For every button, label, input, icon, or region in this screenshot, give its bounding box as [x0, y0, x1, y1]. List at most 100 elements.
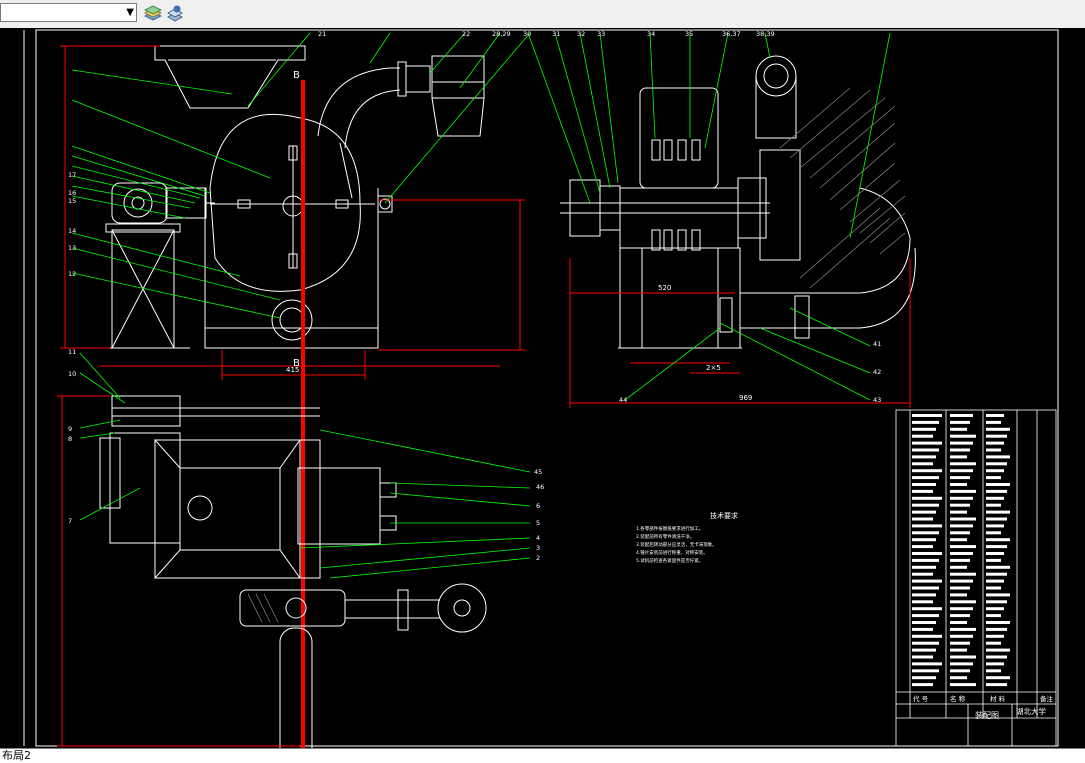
bom-row-cell — [986, 600, 1007, 604]
bom-row-cell — [950, 600, 976, 604]
bom-row-cell — [912, 524, 942, 528]
bom-row-cell — [912, 662, 942, 666]
toolbar: ▼ — [0, 0, 1085, 29]
bom-row-cell — [986, 641, 1001, 645]
bom-row-cell — [912, 448, 939, 452]
bom-row-cell — [986, 524, 1004, 528]
bom-row-cell — [950, 496, 973, 500]
bom-row-cell — [950, 427, 967, 431]
bom-row-cell — [912, 517, 933, 521]
bom-row-cell — [950, 572, 976, 576]
bom-row-cell — [912, 669, 939, 673]
bom-row-cell — [912, 634, 942, 638]
layer-manager-icon[interactable] — [143, 4, 163, 22]
bom-row-cell — [950, 683, 976, 687]
bom-row-cell — [912, 441, 942, 445]
callout-16: 16 — [68, 189, 76, 197]
bom-row-cell — [986, 648, 1010, 652]
bom-row-cell — [986, 627, 1007, 631]
bom-row-cell — [912, 614, 939, 618]
tech-req-line: 2.装配前所有零件清洗干净。 — [636, 533, 694, 540]
top-view-dimensions — [57, 395, 300, 747]
col-beizhu: 备注 — [1040, 694, 1054, 703]
bom-row-cell — [912, 627, 933, 631]
callout-9: 9 — [68, 425, 72, 433]
bom-row-cell — [912, 489, 933, 493]
bom-row-cell — [950, 607, 973, 611]
callout-2: 3 — [536, 544, 540, 552]
bom-row-cell — [912, 558, 939, 562]
cad-drawing: B B 415 969 520 2×5 17 16 15 14 13 12 11… — [23, 29, 1059, 763]
layer-states-icon[interactable] — [165, 4, 185, 22]
bom-row-cell — [912, 655, 933, 659]
callout-43: 43 — [873, 396, 881, 404]
bom-row-cell — [950, 655, 976, 659]
callout-8: 8 — [68, 435, 72, 443]
status-bar: 布局2 — [0, 748, 1085, 763]
bom-row-cell — [986, 614, 1001, 618]
bom-row-cell — [950, 552, 973, 555]
bom-row-cell — [912, 565, 936, 569]
bom-row-cell — [986, 517, 1007, 521]
bom-row-cell — [950, 503, 970, 507]
bom-row-cell — [986, 607, 1004, 611]
chevron-down-icon[interactable]: ▼ — [126, 7, 134, 18]
callout-15: 15 — [68, 197, 76, 205]
bom-row-cell — [912, 641, 939, 645]
bom-row-cell — [950, 524, 973, 528]
bom-row-cell — [986, 483, 1010, 486]
dim-520: 520 — [658, 284, 671, 292]
bom-row-cell — [950, 469, 973, 473]
bom-row-cell — [986, 655, 1007, 659]
callout-4: 5 — [536, 519, 540, 527]
bom-row-cell — [986, 593, 1010, 597]
bom-row-cell — [912, 621, 936, 624]
bom-row-cell — [986, 462, 1007, 466]
bom-row-cell — [950, 634, 973, 638]
col-cailiao: 材 料 — [990, 694, 1006, 703]
front-view — [100, 45, 485, 349]
callout-5: 6 — [536, 502, 540, 510]
bom-row-cell — [986, 531, 1001, 535]
callout-34: 34 — [647, 30, 655, 38]
bom-row-cell — [912, 676, 936, 680]
bom-row-cell — [912, 469, 942, 473]
drawing-canvas[interactable]: B B 415 969 520 2×5 17 16 15 14 13 12 11… — [0, 28, 1085, 763]
callout-14: 14 — [68, 227, 76, 235]
bom-row-cell — [986, 538, 1010, 542]
callout-labels: 17 16 15 14 13 12 11 10 9 8 7 21 22 28,2… — [68, 30, 881, 562]
layer-dropdown[interactable]: ▼ — [0, 3, 137, 22]
section-mark-top: B — [293, 70, 300, 81]
tech-req-line: 4.锤片安装前进行称重，对称安装。 — [636, 549, 708, 556]
layout-tab[interactable]: 布局2 — [0, 749, 31, 763]
callout-42: 42 — [873, 368, 881, 376]
callout-30: 30 — [523, 30, 531, 38]
bom-row-cell — [986, 558, 1001, 562]
bom-row-cell — [950, 579, 973, 583]
bom-row-cell — [986, 621, 1010, 624]
bom-row-cell — [986, 469, 1004, 473]
bom-row-cell — [912, 579, 942, 583]
bom-row-cell — [950, 669, 970, 673]
callout-36-37: 36,37 — [722, 30, 741, 38]
title-block-rows — [912, 414, 1010, 687]
bom-row-cell — [950, 483, 967, 486]
callout-7: 7 — [68, 517, 72, 525]
bom-row-cell — [950, 662, 973, 666]
bom-row-cell — [986, 552, 1004, 555]
bom-row-cell — [986, 669, 1001, 673]
bom-row-cell — [986, 427, 1010, 431]
callout-1: 2 — [536, 554, 540, 562]
bom-row-cell — [986, 448, 1001, 452]
bom-row-cell — [986, 441, 1004, 445]
bom-row-cell — [950, 565, 967, 569]
bom-row-cell — [912, 586, 939, 590]
bom-row-cell — [950, 517, 976, 521]
bom-row-cell — [950, 593, 967, 597]
bom-row-cell — [912, 683, 933, 687]
bom-row-cell — [950, 434, 976, 438]
bom-row-cell — [986, 683, 1007, 687]
bom-row-cell — [950, 420, 970, 424]
bom-row-cell — [950, 455, 967, 459]
bom-row-cell — [986, 586, 1001, 590]
